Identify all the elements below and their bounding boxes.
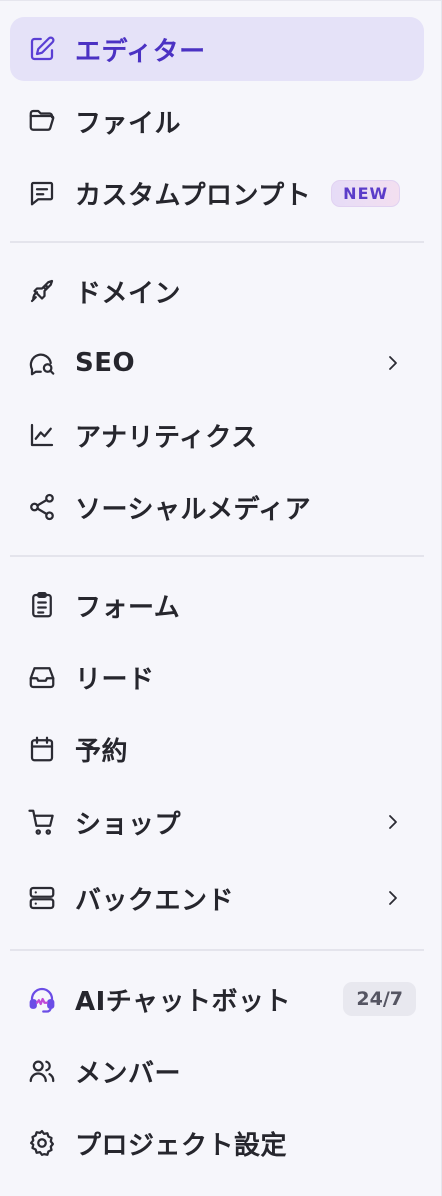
clipboard-icon xyxy=(25,588,59,622)
sidebar-item-label: アナリティクス xyxy=(75,422,258,453)
chevron-right-icon[interactable] xyxy=(384,889,402,907)
sidebar-item-analytics[interactable]: アナリティクス xyxy=(10,403,424,467)
line-chart-icon xyxy=(25,418,59,452)
sidebar-item-label: フォーム xyxy=(75,592,181,623)
rocket-icon xyxy=(25,274,59,308)
divider xyxy=(10,241,424,243)
sidebar-item-label: AIチャットボット xyxy=(75,986,292,1017)
users-icon xyxy=(25,1054,59,1088)
sidebar-item-label: エディター xyxy=(75,36,206,67)
sidebar-item-label: ファイル xyxy=(75,108,182,139)
message-text-icon xyxy=(25,176,59,210)
divider xyxy=(10,949,424,951)
sidebar-item-seo[interactable]: SEO xyxy=(10,331,424,395)
sidebar-item-custom-prompt[interactable]: カスタムプロンプト NEW xyxy=(10,161,424,225)
edit-icon xyxy=(25,32,59,66)
sidebar-item-shop[interactable]: ショップ xyxy=(10,790,424,854)
sidebar-item-label: バックエンド xyxy=(75,885,235,916)
sidebar-item-project-settings[interactable]: プロジェクト設定 xyxy=(10,1111,424,1175)
availability-badge: 24/7 xyxy=(343,982,416,1016)
chevron-right-icon[interactable] xyxy=(384,354,402,372)
sidebar-item-label: リード xyxy=(75,664,155,695)
sidebar-item-label: ドメイン xyxy=(75,278,182,309)
sidebar-item-editor[interactable]: エディター xyxy=(10,17,424,81)
sidebar-item-label: SEO xyxy=(75,348,136,378)
sidebar-item-label: カスタムプロンプト xyxy=(75,180,312,211)
sidebar-item-label: 予約 xyxy=(75,736,129,767)
server-icon xyxy=(25,881,59,915)
sidebar-item-booking[interactable]: 予約 xyxy=(10,717,424,781)
sidebar-item-ai-chatbot[interactable]: AIチャットボット 24/7 xyxy=(10,967,424,1031)
sidebar-item-forms[interactable]: フォーム xyxy=(10,573,424,637)
sidebar-item-label: ショップ xyxy=(75,809,182,840)
inbox-icon xyxy=(25,660,59,694)
sidebar-item-files[interactable]: ファイル xyxy=(10,89,424,153)
share-icon xyxy=(25,490,59,524)
sidebar-item-social-media[interactable]: ソーシャルメディア xyxy=(10,475,424,539)
sidebar-item-label: プロジェクト設定 xyxy=(75,1130,288,1161)
sidebar-item-leads[interactable]: リード xyxy=(10,645,424,709)
headset-icon xyxy=(25,982,59,1016)
search-chat-icon xyxy=(25,346,59,380)
cart-icon xyxy=(25,805,59,839)
divider xyxy=(10,555,424,557)
sidebar-item-domain[interactable]: ドメイン xyxy=(10,259,424,323)
new-badge: NEW xyxy=(331,179,401,207)
sidebar-item-label: メンバー xyxy=(75,1058,182,1089)
calendar-icon xyxy=(25,732,59,766)
chevron-right-icon[interactable] xyxy=(384,813,402,831)
sidebar-item-members[interactable]: メンバー xyxy=(10,1039,424,1103)
sidebar-item-backend[interactable]: バックエンド xyxy=(10,866,424,930)
folder-icon xyxy=(25,104,59,138)
sidebar-item-label: ソーシャルメディア xyxy=(75,494,312,525)
gear-icon xyxy=(25,1126,59,1160)
